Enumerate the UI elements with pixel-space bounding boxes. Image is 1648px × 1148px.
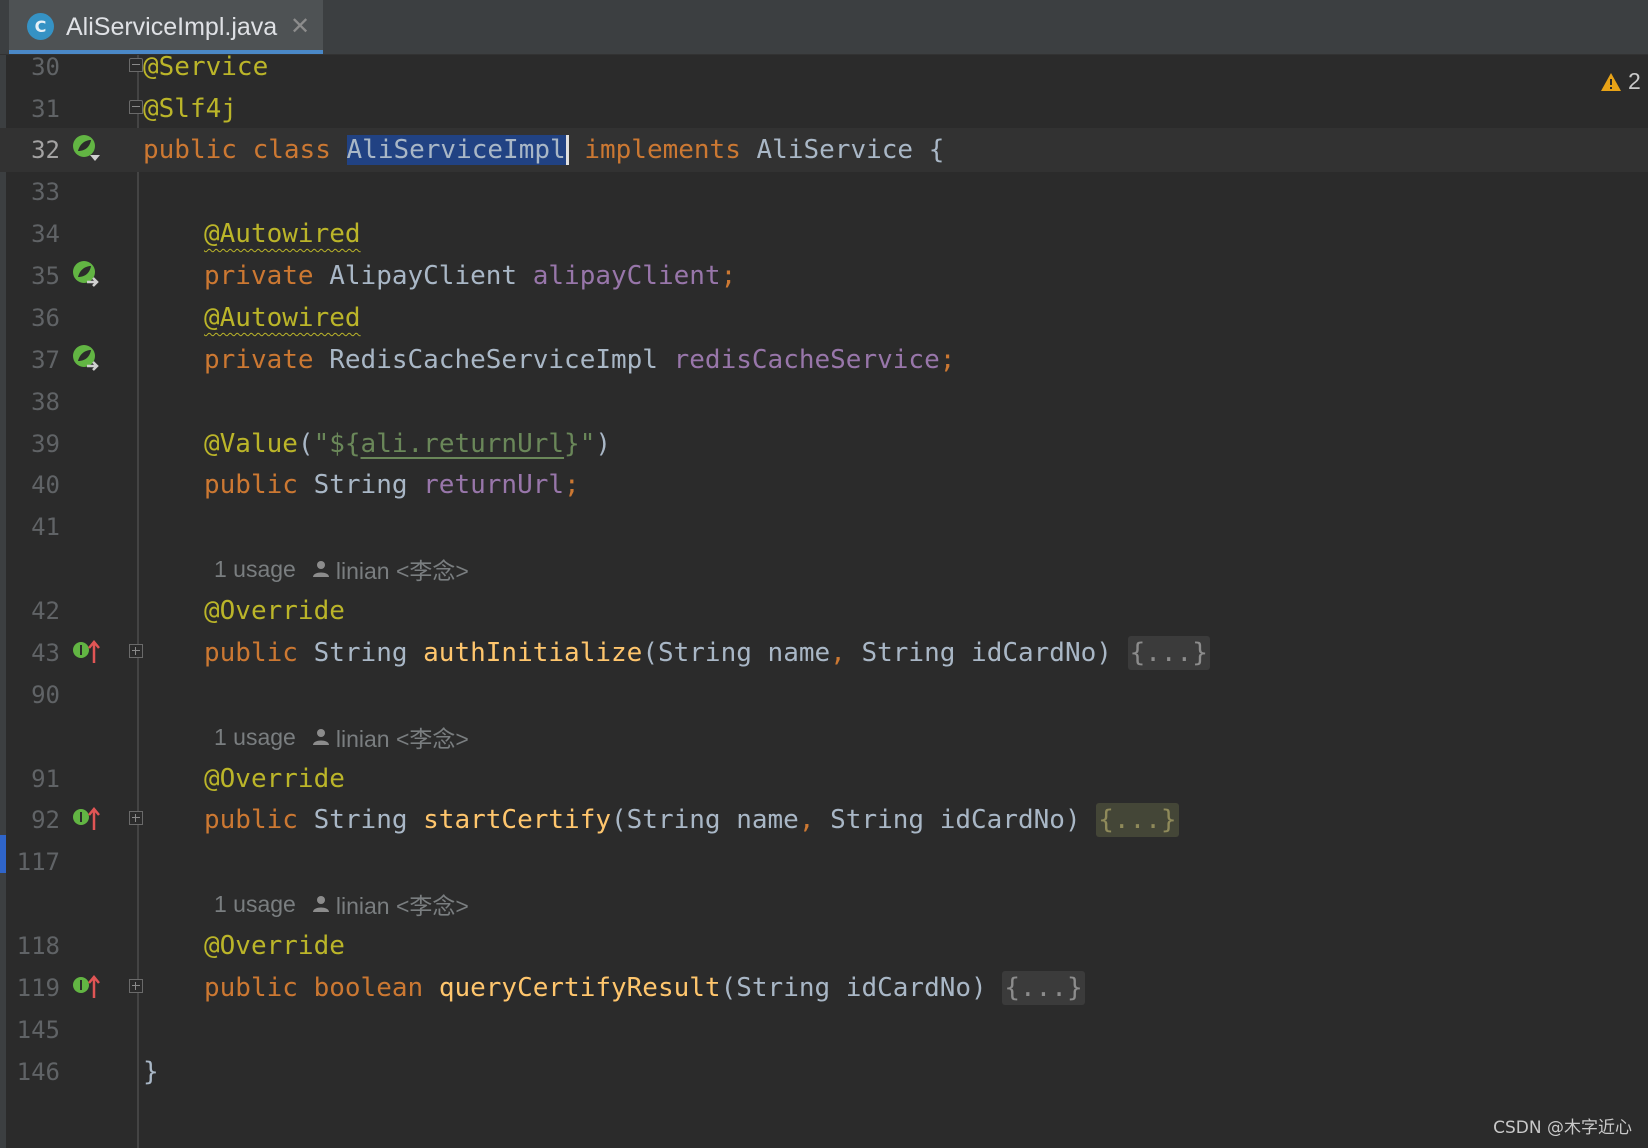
code-text: @Override: [204, 764, 345, 794]
watermark: CSDN @木字近心: [1493, 1118, 1632, 1138]
code-vision-hint: 1 usage linian <李念>: [214, 715, 469, 759]
code-line[interactable]: 117: [0, 840, 1648, 884]
line-number: 146: [16, 1058, 60, 1086]
line-number: 117: [16, 848, 60, 876]
inlay-hint-row: 1 usage linian <李念>: [0, 715, 1648, 759]
inlay-hint-row: 1 usage linian <李念>: [0, 547, 1648, 591]
code-text: public String returnUrl;: [204, 470, 580, 500]
user-icon: [312, 896, 329, 912]
line-number: 31: [31, 95, 60, 123]
code-line[interactable]: 34 @Autowired: [0, 212, 1648, 256]
line-number: 145: [16, 1016, 60, 1044]
line-number: 42: [31, 597, 60, 625]
autowired-navigate-icon[interactable]: [72, 344, 102, 374]
line-number: 43: [31, 639, 60, 667]
code-text: @Override: [204, 931, 345, 961]
line-number: 35: [31, 262, 60, 290]
code-line[interactable]: 91 @Override: [0, 757, 1648, 801]
spring-bean-icon[interactable]: [72, 134, 102, 164]
inlay-hint-row: 1 usage linian <李念>: [0, 882, 1648, 926]
line-number: 92: [31, 806, 60, 834]
user-icon: [312, 561, 329, 577]
code-line[interactable]: 118 @Override: [0, 924, 1648, 968]
folded-region[interactable]: {...}: [1127, 636, 1210, 670]
author-name[interactable]: linian <李念>: [336, 720, 469, 754]
line-number: 38: [31, 388, 60, 416]
line-number: 90: [31, 681, 60, 709]
code-text: @Slf4j: [143, 94, 237, 124]
line-number: 34: [31, 220, 60, 248]
line-number: 119: [16, 974, 60, 1002]
fold-marker[interactable]: [129, 100, 143, 114]
code-line[interactable]: 30 @Service: [0, 45, 1648, 89]
autowired-navigate-icon[interactable]: [72, 260, 102, 290]
code-line[interactable]: 146 }: [0, 1050, 1648, 1094]
usage-count[interactable]: 1 usage: [214, 891, 296, 918]
line-number: 118: [16, 932, 60, 960]
code-text: public String authInitialize(String name…: [204, 636, 1210, 670]
code-line[interactable]: 35 private AlipayClient alipayClient;: [0, 254, 1648, 298]
user-icon: [312, 729, 329, 745]
code-line[interactable]: 39 @Value("${ali.returnUrl}"): [0, 422, 1648, 466]
expand-fold-marker[interactable]: [129, 811, 143, 825]
folded-region[interactable]: {...}: [1002, 971, 1085, 1005]
fold-marker[interactable]: [129, 58, 143, 72]
line-number: 32: [31, 136, 60, 164]
code-line[interactable]: 43 public String authInitialize(String n…: [0, 631, 1648, 675]
expand-fold-marker[interactable]: [129, 644, 143, 658]
expand-fold-marker[interactable]: [129, 979, 143, 993]
implements-method-icon[interactable]: [72, 637, 102, 667]
code-line[interactable]: 37 private RedisCacheServiceImpl redisCa…: [0, 338, 1648, 382]
folded-region[interactable]: {...}: [1096, 803, 1179, 837]
code-line[interactable]: 92 public String startCertify(String nam…: [0, 798, 1648, 842]
line-number: 40: [31, 471, 60, 499]
code-text: public String startCertify(String name, …: [204, 803, 1179, 837]
java-class-icon: C: [27, 13, 54, 40]
author-name[interactable]: linian <李念>: [336, 552, 469, 586]
code-vision-hint: 1 usage linian <李念>: [214, 882, 469, 926]
code-line-current[interactable]: 32 public class AliServiceImpl implement…: [0, 128, 1648, 172]
code-vision-hint: 1 usage linian <李念>: [214, 547, 469, 591]
code-line[interactable]: 36 @Autowired: [0, 296, 1648, 340]
line-number: 37: [31, 346, 60, 374]
author-name[interactable]: linian <李念>: [336, 887, 469, 921]
code-line[interactable]: 33: [0, 170, 1648, 214]
implements-method-icon[interactable]: [72, 972, 102, 1002]
code-line[interactable]: 90: [0, 673, 1648, 717]
code-line[interactable]: 42 @Override: [0, 589, 1648, 633]
line-number: 36: [31, 304, 60, 332]
code-text: @Autowired: [204, 219, 361, 249]
code-text: @Override: [204, 596, 345, 626]
line-number: 39: [31, 430, 60, 458]
code-text: private AlipayClient alipayClient;: [204, 261, 737, 291]
code-line[interactable]: 41: [0, 505, 1648, 549]
code-line[interactable]: 40 public String returnUrl;: [0, 463, 1648, 507]
code-text: public class AliServiceImpl implements A…: [143, 135, 945, 165]
code-line[interactable]: 31 @Slf4j: [0, 87, 1648, 131]
code-line[interactable]: 38: [0, 380, 1648, 424]
code-text: @Service: [143, 52, 269, 82]
tab-label: AliServiceImpl.java: [66, 13, 278, 41]
code-line[interactable]: 145: [0, 1008, 1648, 1052]
line-number: 30: [31, 53, 60, 81]
selected-class-name: AliServiceImpl: [346, 135, 569, 165]
line-number: 91: [31, 765, 60, 793]
code-text: public boolean queryCertifyResult(String…: [204, 971, 1085, 1005]
close-icon[interactable]: ✕: [290, 12, 310, 40]
usage-count[interactable]: 1 usage: [214, 556, 296, 583]
code-text: private RedisCacheServiceImpl redisCache…: [204, 345, 956, 375]
code-text: @Autowired: [204, 303, 361, 333]
code-line[interactable]: 119 public boolean queryCertifyResult(St…: [0, 966, 1648, 1010]
usage-count[interactable]: 1 usage: [214, 724, 296, 751]
code-text: @Value("${ali.returnUrl}"): [204, 429, 612, 459]
implements-method-icon[interactable]: [72, 804, 102, 834]
line-number: 41: [31, 513, 60, 541]
line-number: 33: [31, 178, 60, 206]
code-text: }: [143, 1057, 159, 1087]
